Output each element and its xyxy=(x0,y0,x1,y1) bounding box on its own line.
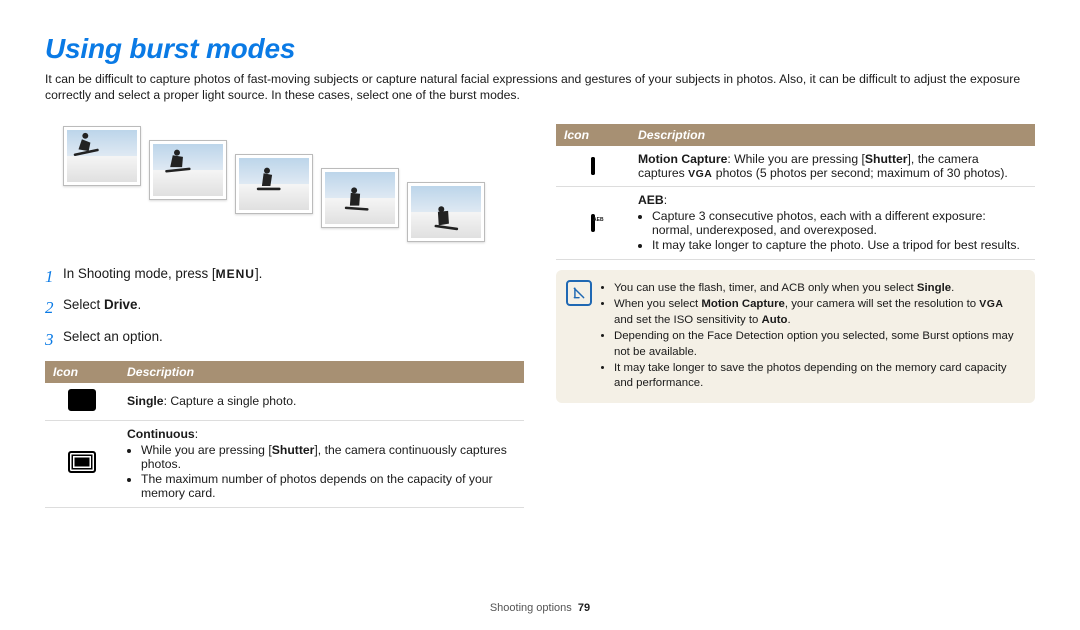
motion-capture-icon xyxy=(591,157,595,175)
right-column: Icon Description Motion Capture: While y… xyxy=(556,116,1035,508)
table-row: Motion Capture: While you are pressing [… xyxy=(556,146,1035,187)
list-item: When you select Motion Capture, your cam… xyxy=(614,297,1023,328)
footer-section: Shooting options xyxy=(490,602,572,614)
mode-label: Continuous xyxy=(127,427,195,441)
list-item: It may take longer to capture the photo.… xyxy=(652,238,1027,252)
mode-text: : While you are pressing [ xyxy=(727,152,865,166)
step-text: In Shooting mode, press [ xyxy=(63,266,216,281)
menu-word: MENU xyxy=(216,267,255,281)
mode-text: photos (5 photos per second; maximum of … xyxy=(712,166,1007,180)
step-number: 3 xyxy=(45,327,63,353)
note-box: You can use the flash, timer, and ACB on… xyxy=(556,270,1035,403)
step-text: Select xyxy=(63,297,104,312)
step-bold: Drive xyxy=(104,297,138,312)
mode-label: AEB xyxy=(638,193,664,207)
modes-table-left: Icon Description Single: Capture a singl… xyxy=(45,361,524,508)
intro-text: It can be difficult to capture photos of… xyxy=(45,71,1035,104)
left-column: 1 In Shooting mode, press [MENU]. 2 Sele… xyxy=(45,116,524,508)
list-item: The maximum number of photos depends on … xyxy=(141,472,516,500)
mode-label: Single xyxy=(127,394,164,408)
list-item: It may take longer to save the photos de… xyxy=(614,361,1023,392)
list-item: Depending on the Face Detection option y… xyxy=(614,329,1023,360)
mode-text: : xyxy=(664,193,667,207)
mode-text: : Capture a single photo. xyxy=(164,394,297,408)
table-row: Single: Capture a single photo. xyxy=(45,383,524,421)
list-item: While you are pressing [Shutter], the ca… xyxy=(141,443,516,471)
modes-table-right: Icon Description Motion Capture: While y… xyxy=(556,124,1035,260)
th-desc: Description xyxy=(630,124,1035,146)
th-icon: Icon xyxy=(556,124,630,146)
step-text: Select an option. xyxy=(63,329,163,344)
mode-text: : xyxy=(195,427,198,441)
step-2: 2 Select Drive. xyxy=(45,295,524,321)
burst-thumb xyxy=(63,126,141,186)
th-icon: Icon xyxy=(45,361,119,383)
burst-illustration xyxy=(63,126,524,242)
aeb-icon xyxy=(591,214,595,232)
step-1: 1 In Shooting mode, press [MENU]. xyxy=(45,264,524,290)
footer-page: 79 xyxy=(578,602,590,614)
page-heading: Using burst modes xyxy=(45,33,1035,65)
single-icon xyxy=(68,389,96,411)
step-text: ]. xyxy=(255,266,262,281)
mode-bold: Shutter xyxy=(865,152,908,166)
step-3: 3 Select an option. xyxy=(45,327,524,353)
step-number: 2 xyxy=(45,295,63,321)
burst-thumb xyxy=(407,182,485,242)
burst-thumb xyxy=(235,154,313,214)
step-text: . xyxy=(137,297,141,312)
list-item: Capture 3 consecutive photos, each with … xyxy=(652,209,1027,237)
vga-word: VGA xyxy=(688,168,712,180)
th-desc: Description xyxy=(119,361,524,383)
step-number: 1 xyxy=(45,264,63,290)
note-icon xyxy=(566,280,592,306)
list-item: You can use the flash, timer, and ACB on… xyxy=(614,281,1023,296)
table-row: Continuous: While you are pressing [Shut… xyxy=(45,420,524,507)
continuous-icon xyxy=(68,451,96,473)
burst-thumb xyxy=(321,168,399,228)
page-footer: Shooting options 79 xyxy=(0,602,1080,614)
mode-label: Motion Capture xyxy=(638,152,727,166)
table-row: AEB: Capture 3 consecutive photos, each … xyxy=(556,186,1035,259)
burst-thumb xyxy=(149,140,227,200)
